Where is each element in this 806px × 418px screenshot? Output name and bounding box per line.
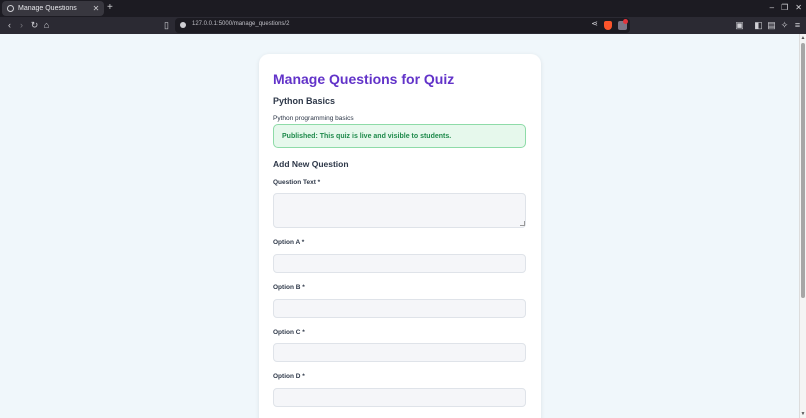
extensions-icon[interactable]: ✧: [779, 19, 790, 32]
option-d-label: Option D *: [273, 373, 305, 380]
share-icon[interactable]: ⋖: [591, 19, 598, 28]
page-scrollbar[interactable]: ▲ ▼: [799, 34, 806, 418]
new-tab-icon[interactable]: +: [107, 2, 113, 14]
question-text-input[interactable]: [273, 193, 526, 228]
published-status-banner: Published: This quiz is live and visible…: [273, 124, 526, 148]
back-icon[interactable]: ‹: [4, 19, 15, 32]
bookmark-icon[interactable]: ▯: [161, 19, 172, 32]
sidebar-icon[interactable]: ◧: [753, 19, 764, 32]
tab-title: Manage Questions: [18, 5, 77, 12]
resize-handle-icon[interactable]: [520, 221, 525, 226]
wallet-icon[interactable]: ▤: [766, 19, 777, 32]
minimize-icon[interactable]: –: [770, 1, 774, 15]
close-tab-icon[interactable]: ✕: [91, 4, 101, 13]
browser-tab[interactable]: Manage Questions ✕: [2, 1, 104, 16]
option-b-label: Option B *: [273, 284, 305, 291]
reader-mode-icon[interactable]: ▣: [734, 19, 745, 32]
address-bar[interactable]: 127.0.0.1:5000/manage_questions/2 ⋖: [175, 18, 630, 33]
browser-toolbar: ‹ › ↻ ⌂ ▯ 127.0.0.1:5000/manage_question…: [0, 17, 806, 34]
scroll-down-icon[interactable]: ▼: [800, 411, 806, 417]
menu-icon[interactable]: ≡: [792, 19, 803, 32]
question-text-label: Question Text *: [273, 179, 321, 186]
scrollbar-thumb[interactable]: [801, 43, 805, 298]
scroll-up-icon[interactable]: ▲: [800, 35, 806, 41]
manage-questions-card: Manage Questions for Quiz Python Basics …: [259, 54, 541, 418]
quiz-name: Python Basics: [273, 96, 336, 106]
option-a-input[interactable]: [273, 254, 526, 273]
quiz-description: Python programming basics: [273, 115, 354, 122]
option-b-input[interactable]: [273, 299, 526, 318]
tab-bar: Manage Questions ✕ + – ❐ ✕: [0, 0, 806, 17]
option-d-input[interactable]: [273, 388, 526, 407]
window-close-icon[interactable]: ✕: [795, 1, 802, 15]
forward-icon[interactable]: ›: [16, 19, 27, 32]
option-c-input[interactable]: [273, 343, 526, 362]
add-question-heading: Add New Question: [273, 159, 349, 169]
brave-shields-icon[interactable]: [604, 21, 612, 30]
home-icon[interactable]: ⌂: [41, 19, 52, 32]
window-controls: – ❐ ✕: [770, 1, 802, 15]
url-text: 127.0.0.1:5000/manage_questions/2: [192, 21, 290, 27]
globe-icon: [7, 5, 14, 12]
reload-icon[interactable]: ↻: [29, 19, 40, 32]
page-title: Manage Questions for Quiz: [273, 71, 455, 87]
option-a-label: Option A *: [273, 239, 305, 246]
restore-icon[interactable]: ❐: [781, 1, 788, 15]
site-info-icon[interactable]: [180, 22, 186, 28]
notification-badge: [623, 19, 628, 24]
option-c-label: Option C *: [273, 329, 305, 336]
